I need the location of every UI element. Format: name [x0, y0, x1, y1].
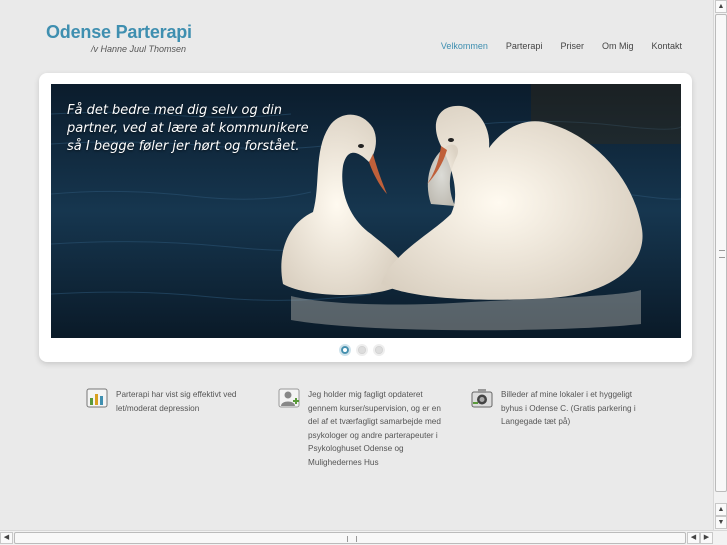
horizontal-scrollbar[interactable]: ◀ ◀ ▶ [0, 530, 727, 545]
feature-depression: Parterapi har vist sig effektivt ved let… [86, 388, 256, 415]
chart-icon [86, 388, 108, 408]
user-add-icon [278, 388, 300, 408]
horizontal-scroll-thumb[interactable] [14, 532, 686, 544]
feature-text: Jeg holder mig fagligt opdateret gennem … [308, 390, 441, 467]
vertical-scrollbar[interactable]: ▲ ▲ ▼ [713, 0, 727, 530]
logo-subtitle: /v Hanne Juul Thomsen [91, 44, 187, 54]
nav-item-parterapi[interactable]: Parterapi [497, 41, 552, 51]
scroll-left-arrow-end[interactable]: ◀ [687, 532, 700, 544]
slide-caption: Få det bedre med dig selv og din partner… [67, 103, 309, 154]
camera-icon [471, 389, 493, 408]
site-logo[interactable]: Odense Parterapi /v Hanne Juul Thomsen [46, 22, 192, 54]
feature-supervision: Jeg holder mig fagligt opdateret gennem … [278, 388, 450, 469]
nav-item-priser[interactable]: Priser [551, 41, 593, 51]
vertical-scroll-thumb[interactable] [715, 14, 727, 492]
scroll-up-arrow[interactable]: ▲ [715, 0, 727, 13]
feature-text: Parterapi har vist sig effektivt ved let… [116, 390, 237, 413]
nav-item-velkommen[interactable]: Velkommen [432, 41, 497, 51]
slider-dot-3[interactable] [373, 344, 385, 356]
slider-dot-1[interactable] [339, 344, 351, 356]
scroll-down-arrow[interactable]: ▼ [715, 516, 727, 529]
feature-text: Billeder af mine lokaler i et hyggeligt … [501, 390, 636, 426]
feature-lokaler: Billeder af mine lokaler i et hyggeligt … [471, 388, 641, 429]
scroll-left-arrow[interactable]: ◀ [0, 532, 13, 544]
nav-item-om-mig[interactable]: Om Mig [593, 41, 643, 51]
nav-item-kontakt[interactable]: Kontakt [642, 41, 691, 51]
scroll-up-arrow-bottom[interactable]: ▲ [715, 503, 727, 516]
logo-title: Odense Parterapi [46, 22, 192, 42]
image-slider: Få det bedre med dig selv og din partner… [39, 73, 692, 362]
slider-pagination [339, 344, 385, 356]
main-nav: Velkommen Parterapi Priser Om Mig Kontak… [432, 41, 691, 51]
slider-dot-2[interactable] [356, 344, 368, 356]
slide-image-swans[interactable]: Få det bedre med dig selv og din partner… [51, 84, 681, 338]
scroll-right-arrow[interactable]: ▶ [700, 532, 713, 544]
